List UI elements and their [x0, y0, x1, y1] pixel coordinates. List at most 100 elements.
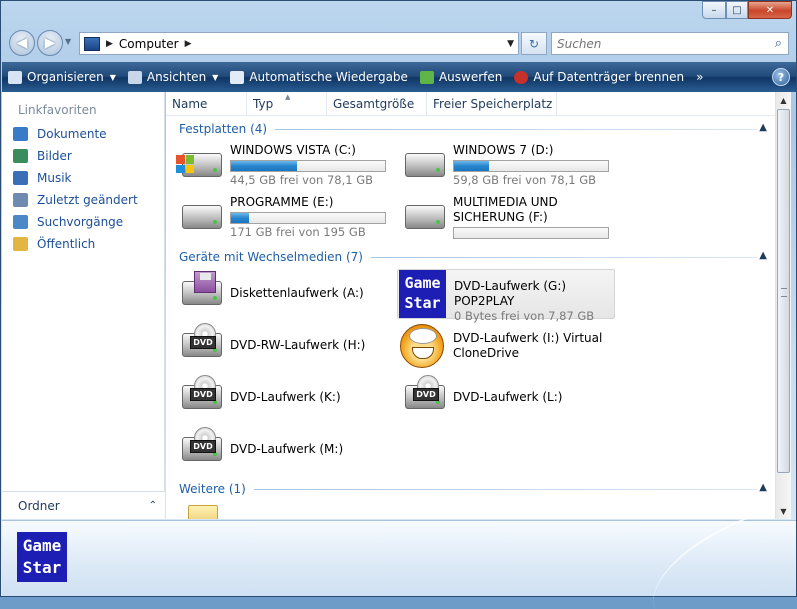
group-header-removable[interactable]: Geräte mit Wechselmedien (7) ▲ — [166, 245, 775, 269]
drive-tile[interactable]: WINDOWS VISTA (C:) 44,5 GB frei von 78,1 … — [174, 141, 392, 191]
folder-body — [188, 505, 218, 519]
dvd-drive-icon: DVD — [174, 425, 224, 473]
breadcrumb-separator-icon[interactable]: ▶ — [185, 39, 192, 49]
column-type[interactable]: Typ ▲ — [247, 92, 327, 115]
vertical-scrollbar[interactable]: ▲ ▼ — [775, 92, 791, 519]
group-divider — [253, 488, 757, 490]
drive-name: DVD-Laufwerk (M:) — [230, 442, 344, 456]
drive-tile[interactable]: DVD DVD-Laufwerk (K:) — [174, 373, 392, 423]
scroll-down-icon[interactable]: ▼ — [776, 503, 791, 519]
drive-info: Diskettenlaufwerk (A:) — [224, 269, 364, 301]
hard-drive-icon — [397, 193, 447, 241]
collapse-icon[interactable]: ▲ — [759, 482, 767, 493]
drive-name: DVD-RW-Laufwerk (H:) — [230, 338, 366, 352]
usage-bar — [230, 160, 386, 172]
column-name[interactable]: Name — [166, 92, 247, 115]
chevron-up-icon: ⌃ — [148, 500, 157, 511]
address-dropdown-icon[interactable]: ▼ — [507, 39, 514, 49]
breadcrumb-separator-icon[interactable]: ▶ — [106, 39, 113, 49]
sidebar-item-öffentlich[interactable]: Öffentlich — [2, 233, 164, 255]
collapse-icon[interactable]: ▲ — [759, 122, 767, 133]
windows-logo-icon — [176, 155, 194, 173]
breadcrumb-computer[interactable]: Computer — [119, 37, 179, 51]
sidebar-item-suchvorgänge[interactable]: Suchvorgänge — [2, 211, 164, 233]
autoplay-icon — [230, 70, 245, 84]
forward-button[interactable]: ▶ — [37, 30, 63, 56]
close-button[interactable]: ✕ — [748, 1, 792, 19]
hard-drive-icon — [174, 141, 224, 189]
drive-tile[interactable]: Game Star DVD-Laufwerk (G:) POP2PLAY 0 Byte… — [397, 269, 615, 323]
drive-name: WINDOWS 7 (D:) — [453, 143, 554, 157]
drive-name: DVD-Laufwerk (K:) — [230, 390, 341, 404]
sidebar-item-label: Dokumente — [37, 127, 107, 141]
drive-tile[interactable]: PROGRAMME (E:) 171 GB frei von 195 GB — [174, 193, 392, 243]
search-icon[interactable]: ⌕ — [775, 36, 782, 51]
autoplay-label: Automatische Wiedergabe — [249, 70, 408, 84]
scroll-up-icon[interactable]: ▲ — [776, 92, 791, 108]
recent-icon — [13, 193, 28, 207]
caption-buttons: – □ ✕ — [702, 1, 792, 19]
help-button[interactable]: ? — [772, 68, 790, 86]
drive-tile[interactable]: DVD DVD-Laufwerk (L:) — [397, 373, 615, 423]
sidebar-item-zuletzt-geändert[interactable]: Zuletzt geändert — [2, 189, 164, 211]
burn-label: Auf Datenträger brennen — [533, 70, 685, 84]
back-arrow-icon: ◀ — [16, 35, 28, 51]
back-button[interactable]: ◀ — [9, 30, 35, 56]
eject-label: Auswerfen — [438, 70, 503, 84]
collapse-icon[interactable]: ▲ — [759, 250, 767, 261]
drive-free-space: 171 GB frei von 195 GB — [230, 225, 366, 239]
scroll-thumb[interactable] — [777, 109, 790, 473]
gamestar-logo-icon: Game Star — [17, 532, 67, 582]
drive-tile[interactable]: WINDOWS 7 (D:) 59,8 GB frei von 78,1 GB — [397, 141, 615, 191]
column-type-label: Typ — [253, 97, 274, 111]
drive-tile[interactable]: DVD DVD-RW-Laufwerk (H:) — [174, 321, 392, 371]
sidebar-item-bilder[interactable]: Bilder — [2, 145, 164, 167]
dvd-label: DVD — [190, 440, 216, 453]
sidebar-item-label: Zuletzt geändert — [37, 193, 138, 207]
drive-name: DVD-Laufwerk (G:) POP2PLAY — [454, 279, 567, 308]
organize-button[interactable]: Organisieren ▼ — [2, 62, 122, 92]
folder-tile[interactable]: Meine freigegebenen Ordner — [174, 501, 392, 519]
group-label: Weitere (1) — [179, 482, 246, 496]
maximize-button[interactable]: □ — [726, 1, 748, 19]
column-free-space[interactable]: Freier Speicherplatz — [427, 92, 557, 115]
chevron-down-icon: ▼ — [212, 72, 219, 82]
history-dropdown-icon[interactable]: ▼ — [65, 37, 71, 46]
group-header-hdd[interactable]: Festplatten (4) ▲ — [166, 117, 775, 141]
drive-tile[interactable]: DVD DVD-Laufwerk (M:) — [174, 425, 392, 475]
sidebar-item-dokumente[interactable]: Dokumente — [2, 123, 164, 145]
minimize-button[interactable]: – — [702, 1, 726, 19]
dvd-drive-icon: DVD — [174, 373, 224, 421]
sidebar-item-musik[interactable]: Musik — [2, 167, 164, 189]
views-button[interactable]: Ansichten ▼ — [122, 62, 224, 92]
favorites-header: Linkfavoriten — [18, 103, 97, 117]
refresh-button[interactable]: ↻ — [521, 32, 547, 55]
more-commands-button[interactable]: » — [690, 62, 709, 92]
floppy-disk-icon — [194, 271, 216, 293]
pictures-icon — [13, 149, 28, 163]
clonedrive-sheep-icon — [397, 321, 447, 369]
group-header-other[interactable]: Weitere (1) ▲ — [166, 477, 775, 501]
group-divider — [275, 128, 757, 130]
search-input[interactable] — [557, 36, 757, 51]
eject-button[interactable]: Auswerfen — [414, 62, 508, 92]
drive-name: Diskettenlaufwerk (A:) — [230, 286, 364, 300]
drive-tile[interactable]: Diskettenlaufwerk (A:) — [174, 269, 392, 319]
autoplay-button[interactable]: Automatische Wiedergabe — [224, 62, 414, 92]
dvd-label: DVD — [190, 388, 216, 401]
drive-body — [182, 205, 222, 229]
column-total-size[interactable]: Gesamtgröße — [327, 92, 427, 115]
drive-free-space: 59,8 GB frei von 78,1 GB — [453, 173, 597, 187]
folders-toggle[interactable]: Ordner ⌃ — [2, 491, 165, 519]
address-bar[interactable]: ▶ Computer ▶ ▼ — [79, 32, 519, 55]
drive-name: DVD-Laufwerk (I:) Virtual CloneDrive — [453, 331, 603, 360]
burn-button[interactable]: Auf Datenträger brennen — [508, 62, 690, 92]
chevron-down-icon: ▼ — [109, 72, 116, 82]
gamestar-disc-icon: Game Star — [398, 270, 448, 318]
views-label: Ansichten — [146, 70, 207, 84]
drive-tile[interactable]: DVD-Laufwerk (I:) Virtual CloneDrive — [397, 321, 615, 371]
search-box[interactable]: ⌕ — [551, 32, 789, 55]
folder-name: Meine freigegebenen Ordner — [230, 518, 392, 519]
usage-bar-fill — [231, 213, 250, 223]
drive-tile[interactable]: MULTIMEDIA UND SICHERUNG (F:) — [397, 193, 615, 243]
